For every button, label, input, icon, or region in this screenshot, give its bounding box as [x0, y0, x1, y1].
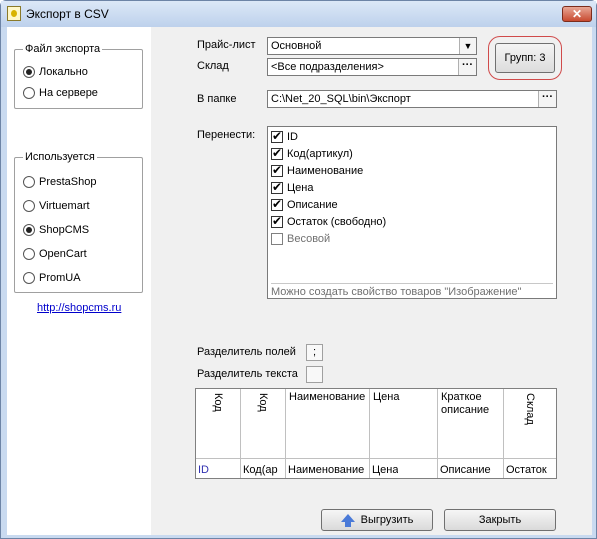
browse-dots-icon[interactable]: ···: [538, 91, 556, 107]
platform-group: Используется PrestaShop Virtuemart ShopC…: [14, 151, 143, 293]
grid-column[interactable]: Склад Остаток: [504, 389, 556, 478]
radio-opencart-label: OpenCart: [39, 248, 87, 260]
window-title: Экспорт в CSV: [26, 7, 109, 21]
folder-field[interactable]: C:\Net_20_SQL\bin\Экспорт ···: [267, 90, 557, 108]
export-button[interactable]: Выгрузить: [321, 509, 433, 531]
text-separator-input[interactable]: [306, 366, 323, 383]
close-button[interactable]: Закрыть: [444, 509, 556, 531]
check-item-code[interactable]: Код(артикул): [271, 146, 353, 161]
check-item-description[interactable]: Описание: [271, 197, 338, 212]
grid-cell: Описание: [440, 464, 491, 476]
grid-header: Код: [212, 393, 224, 412]
radio-shopcms-indicator[interactable]: [23, 224, 35, 236]
left-pane: Файл экспорта Локально На сервере Исполь…: [7, 27, 151, 535]
radio-promua-label: PromUA: [39, 272, 81, 284]
export-button-label: Выгрузить: [360, 514, 414, 526]
radio-shopcms-label: ShopCMS: [39, 224, 90, 236]
radio-local-indicator[interactable]: [23, 66, 35, 78]
grid-cell: Наименование: [288, 464, 365, 476]
shopcms-link[interactable]: http://shopcms.ru: [37, 302, 121, 314]
warehouse-label: Склад: [197, 60, 229, 72]
price-list-label: Прайс-лист: [197, 39, 256, 51]
check-item-label: Цена: [287, 182, 314, 194]
check-item-label: Код(артикул): [287, 148, 353, 160]
platform-group-title: Используется: [23, 151, 97, 163]
app-icon: [7, 6, 21, 21]
price-list-value: Основной: [271, 40, 322, 52]
radio-virtuemart-label: Virtuemart: [39, 200, 90, 212]
check-item-label: Весовой: [287, 233, 331, 245]
grid-header: Цена: [373, 391, 400, 403]
checkbox-name[interactable]: [271, 163, 283, 177]
grid-header: Наименование: [289, 391, 366, 403]
radio-local[interactable]: Локально: [23, 66, 88, 78]
check-item-name[interactable]: Наименование: [271, 163, 364, 178]
grid-cell: ID: [198, 464, 209, 476]
export-file-group-title: Файл экспорта: [23, 43, 103, 55]
export-csv-window: Экспорт в CSV ✕ Файл экспорта Локально Н…: [0, 0, 597, 539]
check-item-price[interactable]: Цена: [271, 180, 314, 195]
radio-local-label: Локально: [39, 66, 88, 78]
radio-virtuemart[interactable]: Virtuemart: [23, 200, 90, 212]
radio-promua[interactable]: PromUA: [23, 272, 81, 284]
check-item-label: Описание: [287, 199, 338, 211]
radio-server[interactable]: На сервере: [23, 87, 98, 99]
check-item-label: Остаток (свободно): [287, 216, 387, 228]
radio-virtuemart-indicator[interactable]: [23, 200, 35, 212]
warehouse-value: <Все подразделения>: [271, 61, 384, 73]
check-item-stock[interactable]: Остаток (свободно): [271, 214, 387, 229]
groups-highlight-ring: Групп: 3: [488, 36, 562, 80]
checkbox-code[interactable]: [271, 146, 283, 160]
field-separator-input[interactable]: ;: [306, 344, 323, 361]
folder-label: В папке: [197, 93, 237, 105]
text-separator-label: Разделитель текста: [197, 368, 298, 380]
browse-dots-icon[interactable]: ···: [458, 59, 476, 75]
upload-arrow-icon: [340, 514, 355, 528]
check-item-id[interactable]: ID: [271, 129, 298, 144]
radio-prestashop-label: PrestaShop: [39, 176, 97, 188]
check-item-label: Наименование: [287, 165, 364, 177]
grid-column[interactable]: Краткое описание Описание: [438, 389, 504, 478]
checkbox-stock[interactable]: [271, 214, 283, 228]
grid-column[interactable]: Код ID: [196, 389, 241, 478]
check-item-weight[interactable]: Весовой: [271, 232, 330, 246]
transfer-label: Перенести:: [197, 129, 256, 141]
checkbox-weight[interactable]: [271, 233, 283, 245]
radio-prestashop[interactable]: PrestaShop: [23, 176, 96, 188]
radio-opencart[interactable]: OpenCart: [23, 248, 87, 260]
radio-server-label: На сервере: [39, 87, 98, 99]
title-bar: Экспорт в CSV ✕: [1, 1, 596, 27]
grid-cell: Остаток: [506, 464, 547, 476]
radio-prestashop-indicator[interactable]: [23, 176, 35, 188]
close-window-button[interactable]: ✕: [562, 6, 592, 22]
field-separator-label: Разделитель полей: [197, 346, 296, 358]
grid-header: Код: [257, 393, 269, 412]
radio-shopcms[interactable]: ShopCMS: [23, 224, 89, 236]
preview-grid: Код ID Код Код(ар Наименование Наименова…: [195, 388, 557, 479]
grid-header: Склад: [524, 393, 536, 425]
folder-value: C:\Net_20_SQL\bin\Экспорт: [271, 93, 411, 105]
transfer-checklist: ID Код(артикул) Наименование Цена Описан…: [267, 126, 557, 299]
grid-column[interactable]: Код Код(ар: [241, 389, 286, 478]
checkbox-id[interactable]: [271, 129, 283, 143]
checkbox-price[interactable]: [271, 180, 283, 194]
price-list-select[interactable]: Основной ▼: [267, 37, 477, 55]
grid-cell: Цена: [372, 464, 399, 476]
export-file-group: Файл экспорта Локально На сервере: [14, 43, 143, 109]
warehouse-field[interactable]: <Все подразделения> ···: [267, 58, 477, 76]
transfer-hint: Можно создать свойство товаров "Изображе…: [271, 283, 553, 298]
radio-server-indicator[interactable]: [23, 87, 35, 99]
grid-header: Краткое описание: [441, 391, 490, 416]
groups-button[interactable]: Групп: 3: [495, 43, 555, 73]
radio-promua-indicator[interactable]: [23, 272, 35, 284]
checkbox-description[interactable]: [271, 197, 283, 211]
grid-column[interactable]: Цена Цена: [370, 389, 438, 478]
grid-column[interactable]: Наименование Наименование: [286, 389, 370, 478]
grid-cell: Код(ар: [243, 464, 278, 476]
check-item-label: ID: [287, 131, 298, 143]
chevron-down-icon[interactable]: ▼: [459, 38, 476, 54]
radio-opencart-indicator[interactable]: [23, 248, 35, 260]
